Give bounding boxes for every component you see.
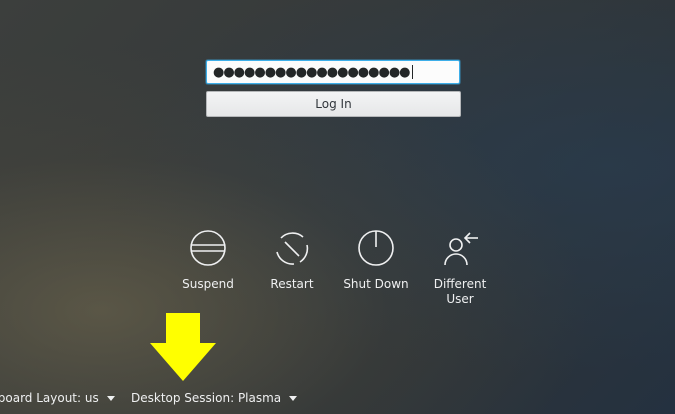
text-caret	[411, 65, 413, 79]
password-dots: ●●●●●●●●●●●●●●●●●●●	[213, 64, 411, 80]
keyboard-layout-selector[interactable]: Keyboard Layout: us	[0, 388, 115, 408]
restart-label: Restart	[270, 277, 314, 291]
different-user-label: Different User	[433, 277, 487, 306]
restart-icon	[276, 232, 309, 265]
different-user-button[interactable]: Different User	[418, 228, 502, 307]
keyboard-layout-label: Keyboard Layout: us	[0, 391, 99, 405]
password-field[interactable]: ●●●●●●●●●●●●●●●●●●●	[206, 60, 460, 84]
desktop-session-label: Desktop Session: Plasma	[131, 391, 282, 405]
suspend-label: Suspend	[182, 277, 234, 291]
down-arrow-annotation-icon	[150, 313, 216, 381]
suspend-button[interactable]: Suspend	[166, 228, 250, 292]
suspend-icon	[190, 230, 226, 266]
shutdown-label: Shut Down	[343, 277, 409, 291]
restart-button[interactable]: Restart	[250, 228, 334, 292]
shutdown-button[interactable]: Shut Down	[334, 228, 418, 292]
chevron-down-icon	[106, 395, 115, 401]
login-button[interactable]: Log In	[206, 91, 461, 117]
session-actions: Suspend Restart Shut Down Different User	[0, 228, 675, 308]
shutdown-icon	[358, 230, 394, 266]
chevron-down-icon	[289, 395, 298, 401]
user-switch-icon	[444, 232, 478, 266]
login-button-label: Log In	[315, 97, 352, 111]
desktop-session-selector[interactable]: Desktop Session: Plasma	[131, 388, 298, 408]
